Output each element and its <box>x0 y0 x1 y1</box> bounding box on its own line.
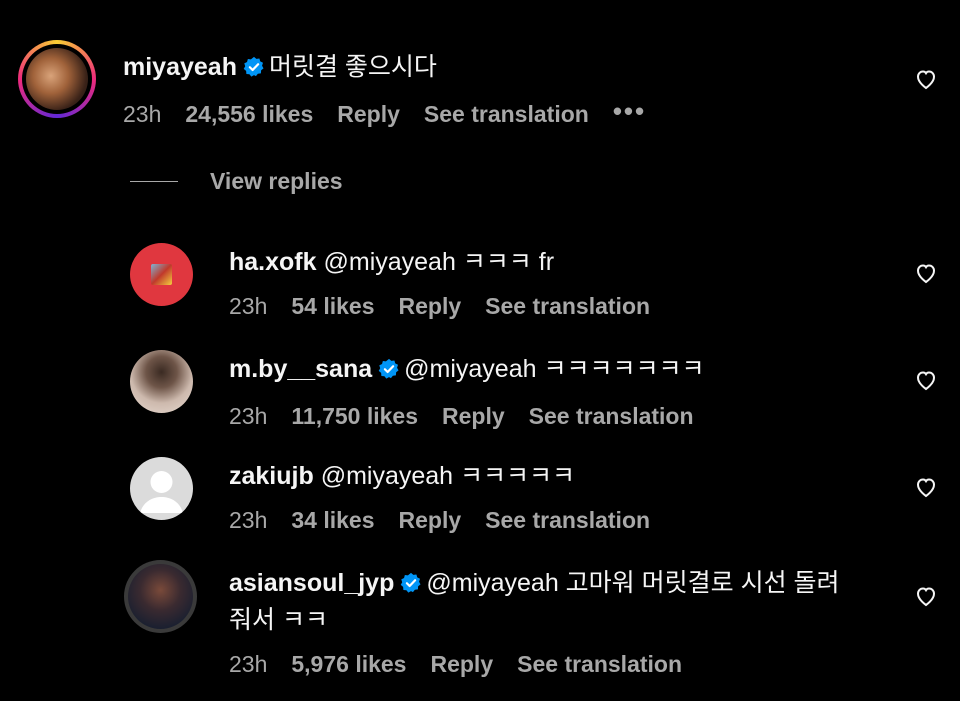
see-translation-button[interactable]: See translation <box>485 293 650 320</box>
reply-button[interactable]: Reply <box>430 651 493 678</box>
comment-meta: 23h 24,556 likes Reply See translation •… <box>123 98 646 128</box>
comment-text-line: asiansoul_jyp @miyayeah 고마워 머릿결로 시선 돌려 줘서… <box>229 566 889 637</box>
comment-meta: 23h 5,976 likes Reply See translation <box>229 651 889 678</box>
verified-badge-icon <box>243 53 265 87</box>
avatar[interactable] <box>124 560 197 633</box>
reply-button[interactable]: Reply <box>399 507 462 534</box>
likes-count[interactable]: 5,976 likes <box>291 651 406 678</box>
more-options-icon[interactable]: ••• <box>613 98 646 124</box>
divider <box>130 180 178 183</box>
username[interactable]: miyayeah <box>123 53 237 81</box>
heart-icon[interactable] <box>914 475 938 499</box>
username[interactable]: ha.xofk <box>229 248 317 276</box>
heart-icon[interactable] <box>914 67 938 91</box>
avatar[interactable] <box>130 350 193 413</box>
comment-text: 머릿결 좋으시다 <box>268 53 437 81</box>
see-translation-button[interactable]: See translation <box>485 507 650 534</box>
reply-button[interactable]: Reply <box>337 101 400 128</box>
username[interactable]: zakiujb <box>229 462 314 490</box>
username[interactable]: asiansoul_jyp <box>229 569 394 597</box>
comment-meta: 23h 34 likes Reply See translation <box>229 507 650 534</box>
see-translation-button[interactable]: See translation <box>529 403 694 430</box>
see-translation-button[interactable]: See translation <box>517 651 682 678</box>
heart-icon[interactable] <box>914 261 938 285</box>
comment-text-line: miyayeah 머릿결 좋으시다 <box>123 50 646 87</box>
comment-text: @miyayeah ㅋㅋㅋ fr <box>323 248 555 276</box>
reply-button[interactable]: Reply <box>399 293 462 320</box>
default-avatar-icon[interactable] <box>130 457 193 520</box>
heart-icon[interactable] <box>914 368 938 392</box>
reply-button[interactable]: Reply <box>442 403 505 430</box>
likes-count[interactable]: 34 likes <box>291 507 374 534</box>
comment-text: @miyayeah ㅋㅋㅋㅋㅋㅋㅋ <box>404 355 705 383</box>
username[interactable]: m.by__sana <box>229 355 372 383</box>
comment-meta: 23h 54 likes Reply See translation <box>229 293 650 320</box>
verified-badge-icon <box>400 569 422 603</box>
timestamp: 23h <box>229 293 268 319</box>
comment-text-line: ha.xofk @miyayeah ㅋㅋㅋ fr <box>229 245 650 279</box>
see-translation-button[interactable]: See translation <box>424 101 589 128</box>
timestamp: 23h <box>123 101 162 127</box>
view-replies-button[interactable]: View replies <box>130 168 343 195</box>
comment-text-line: m.by__sana @miyayeah ㅋㅋㅋㅋㅋㅋㅋ <box>229 352 704 389</box>
timestamp: 23h <box>229 651 268 677</box>
view-replies-label: View replies <box>210 168 343 194</box>
comment-meta: 23h 11,750 likes Reply See translation <box>229 403 704 430</box>
likes-count[interactable]: 24,556 likes <box>185 101 313 128</box>
likes-count[interactable]: 54 likes <box>291 293 374 320</box>
verified-badge-icon <box>378 355 400 389</box>
comment-text: @miyayeah ㅋㅋㅋㅋㅋ <box>320 462 576 490</box>
timestamp: 23h <box>229 403 268 429</box>
heart-icon[interactable] <box>914 584 938 608</box>
comment-text-line: zakiujb @miyayeah ㅋㅋㅋㅋㅋ <box>229 459 650 493</box>
avatar[interactable] <box>130 243 193 306</box>
likes-count[interactable]: 11,750 likes <box>291 403 418 430</box>
timestamp: 23h <box>229 507 268 533</box>
avatar[interactable] <box>18 40 96 118</box>
